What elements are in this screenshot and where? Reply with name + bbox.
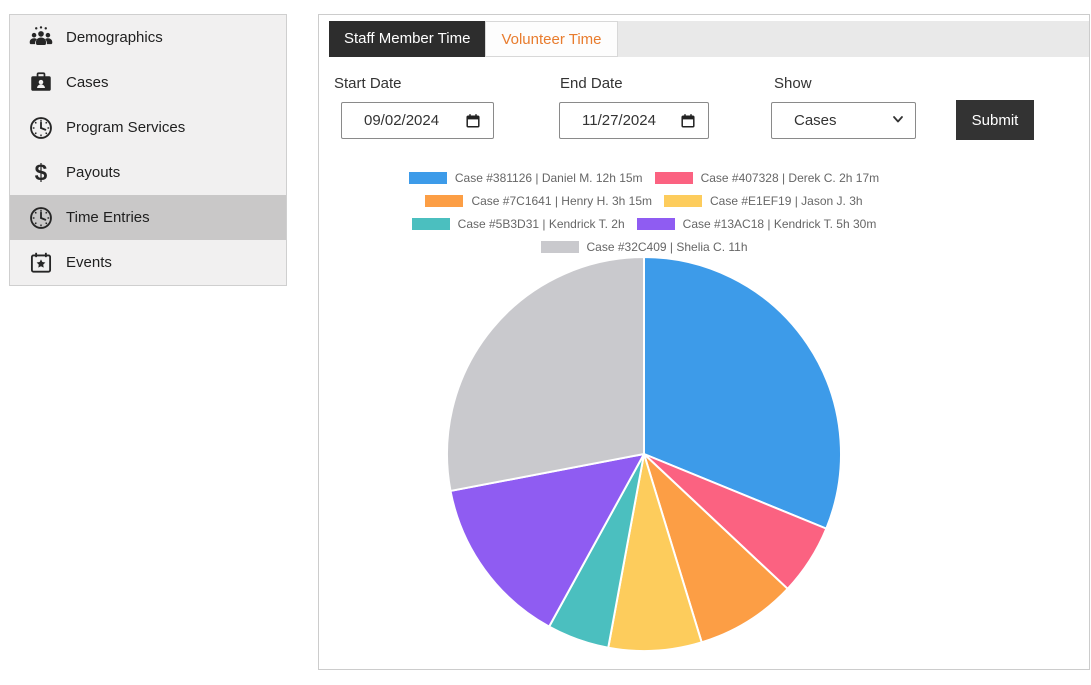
sidebar-item-label: Time Entries — [66, 209, 150, 226]
sidebar-item-program-services[interactable]: Program Services — [10, 105, 286, 150]
tab-staff-member-time[interactable]: Staff Member Time — [329, 21, 485, 57]
legend-row: Case #381126 | Daniel M. 12h 15m Case #40… — [409, 171, 879, 185]
sidebar-item-label: Payouts — [66, 164, 120, 181]
legend-row: Case #7C1641 | Henry H. 3h 15m Case #E1EF… — [425, 194, 862, 208]
pie-slice[interactable] — [447, 257, 644, 491]
pie-chart — [444, 254, 844, 654]
legend-label: Case #13AC18 | Kendrick T. 5h 30m — [683, 217, 877, 231]
dollar-icon: $ — [28, 160, 54, 186]
legend-swatch — [637, 218, 675, 230]
calendar-icon[interactable] — [680, 113, 696, 129]
people-icon — [28, 25, 54, 51]
legend-swatch — [425, 195, 463, 207]
sidebar-item-label: Demographics — [66, 29, 163, 46]
calendar-icon[interactable] — [465, 113, 481, 129]
legend-label: Case #E1EF19 | Jason J. 3h — [710, 194, 863, 208]
legend-swatch — [409, 172, 447, 184]
legend-swatch — [541, 241, 579, 253]
start-date-label: Start Date — [334, 75, 402, 92]
start-date-value: 09/02/2024 — [364, 112, 465, 129]
time-entries-panel: Staff Member Time Volunteer Time Start D… — [318, 14, 1090, 670]
clock-icon — [28, 115, 54, 141]
sidebar-item-time-entries[interactable]: Time Entries — [10, 195, 286, 240]
sidebar-item-events[interactable]: Events — [10, 240, 286, 285]
legend-item[interactable]: Case #381126 | Daniel M. 12h 15m — [409, 171, 643, 185]
end-date-label: End Date — [560, 75, 623, 92]
legend-label: Case #407328 | Derek C. 2h 17m — [701, 171, 880, 185]
sidebar-item-label: Program Services — [66, 119, 185, 136]
legend-label: Case #5B3D31 | Kendrick T. 2h — [458, 217, 625, 231]
legend-item[interactable]: Case #E1EF19 | Jason J. 3h — [664, 194, 863, 208]
sidebar-item-cases[interactable]: Cases — [10, 60, 286, 105]
legend-item[interactable]: Case #13AC18 | Kendrick T. 5h 30m — [637, 217, 877, 231]
legend-swatch — [664, 195, 702, 207]
chart-legend: Case #381126 | Daniel M. 12h 15m Case #40… — [319, 171, 969, 254]
svg-text:$: $ — [35, 160, 48, 186]
legend-label: Case #32C409 | Shelia C. 11h — [587, 240, 748, 254]
sidebar-item-demographics[interactable]: Demographics — [10, 15, 286, 60]
sidebar-nav: Demographics Cases Program Services $ Pa… — [9, 14, 287, 286]
start-date-input[interactable]: 09/02/2024 — [341, 102, 494, 139]
sidebar-item-payouts[interactable]: $ Payouts — [10, 150, 286, 195]
pie-chart-area — [444, 254, 844, 654]
legend-row: Case #5B3D31 | Kendrick T. 2h Case #13AC1… — [412, 217, 877, 231]
end-date-value: 11/27/2024 — [582, 112, 680, 129]
legend-item[interactable]: Case #5B3D31 | Kendrick T. 2h — [412, 217, 625, 231]
legend-item[interactable]: Case #407328 | Derek C. 2h 17m — [655, 171, 880, 185]
clock-icon — [28, 205, 54, 231]
legend-label: Case #381126 | Daniel M. 12h 15m — [455, 171, 643, 185]
calendar-star-icon — [28, 250, 54, 276]
tab-volunteer-time[interactable]: Volunteer Time — [485, 21, 617, 57]
submit-button[interactable]: Submit — [956, 100, 1034, 140]
sidebar-item-label: Cases — [66, 74, 109, 91]
legend-row: Case #32C409 | Shelia C. 11h — [541, 240, 748, 254]
legend-item[interactable]: Case #32C409 | Shelia C. 11h — [541, 240, 748, 254]
legend-swatch — [655, 172, 693, 184]
legend-item[interactable]: Case #7C1641 | Henry H. 3h 15m — [425, 194, 652, 208]
page: Demographics Cases Program Services $ Pa… — [0, 0, 1091, 685]
show-select[interactable]: Cases — [771, 102, 916, 139]
show-label: Show — [774, 75, 812, 92]
tab-bar: Staff Member Time Volunteer Time — [329, 21, 1089, 57]
end-date-input[interactable]: 11/27/2024 — [559, 102, 709, 139]
legend-swatch — [412, 218, 450, 230]
legend-label: Case #7C1641 | Henry H. 3h 15m — [471, 194, 652, 208]
case-badge-icon — [28, 70, 54, 96]
sidebar-item-label: Events — [66, 254, 112, 271]
